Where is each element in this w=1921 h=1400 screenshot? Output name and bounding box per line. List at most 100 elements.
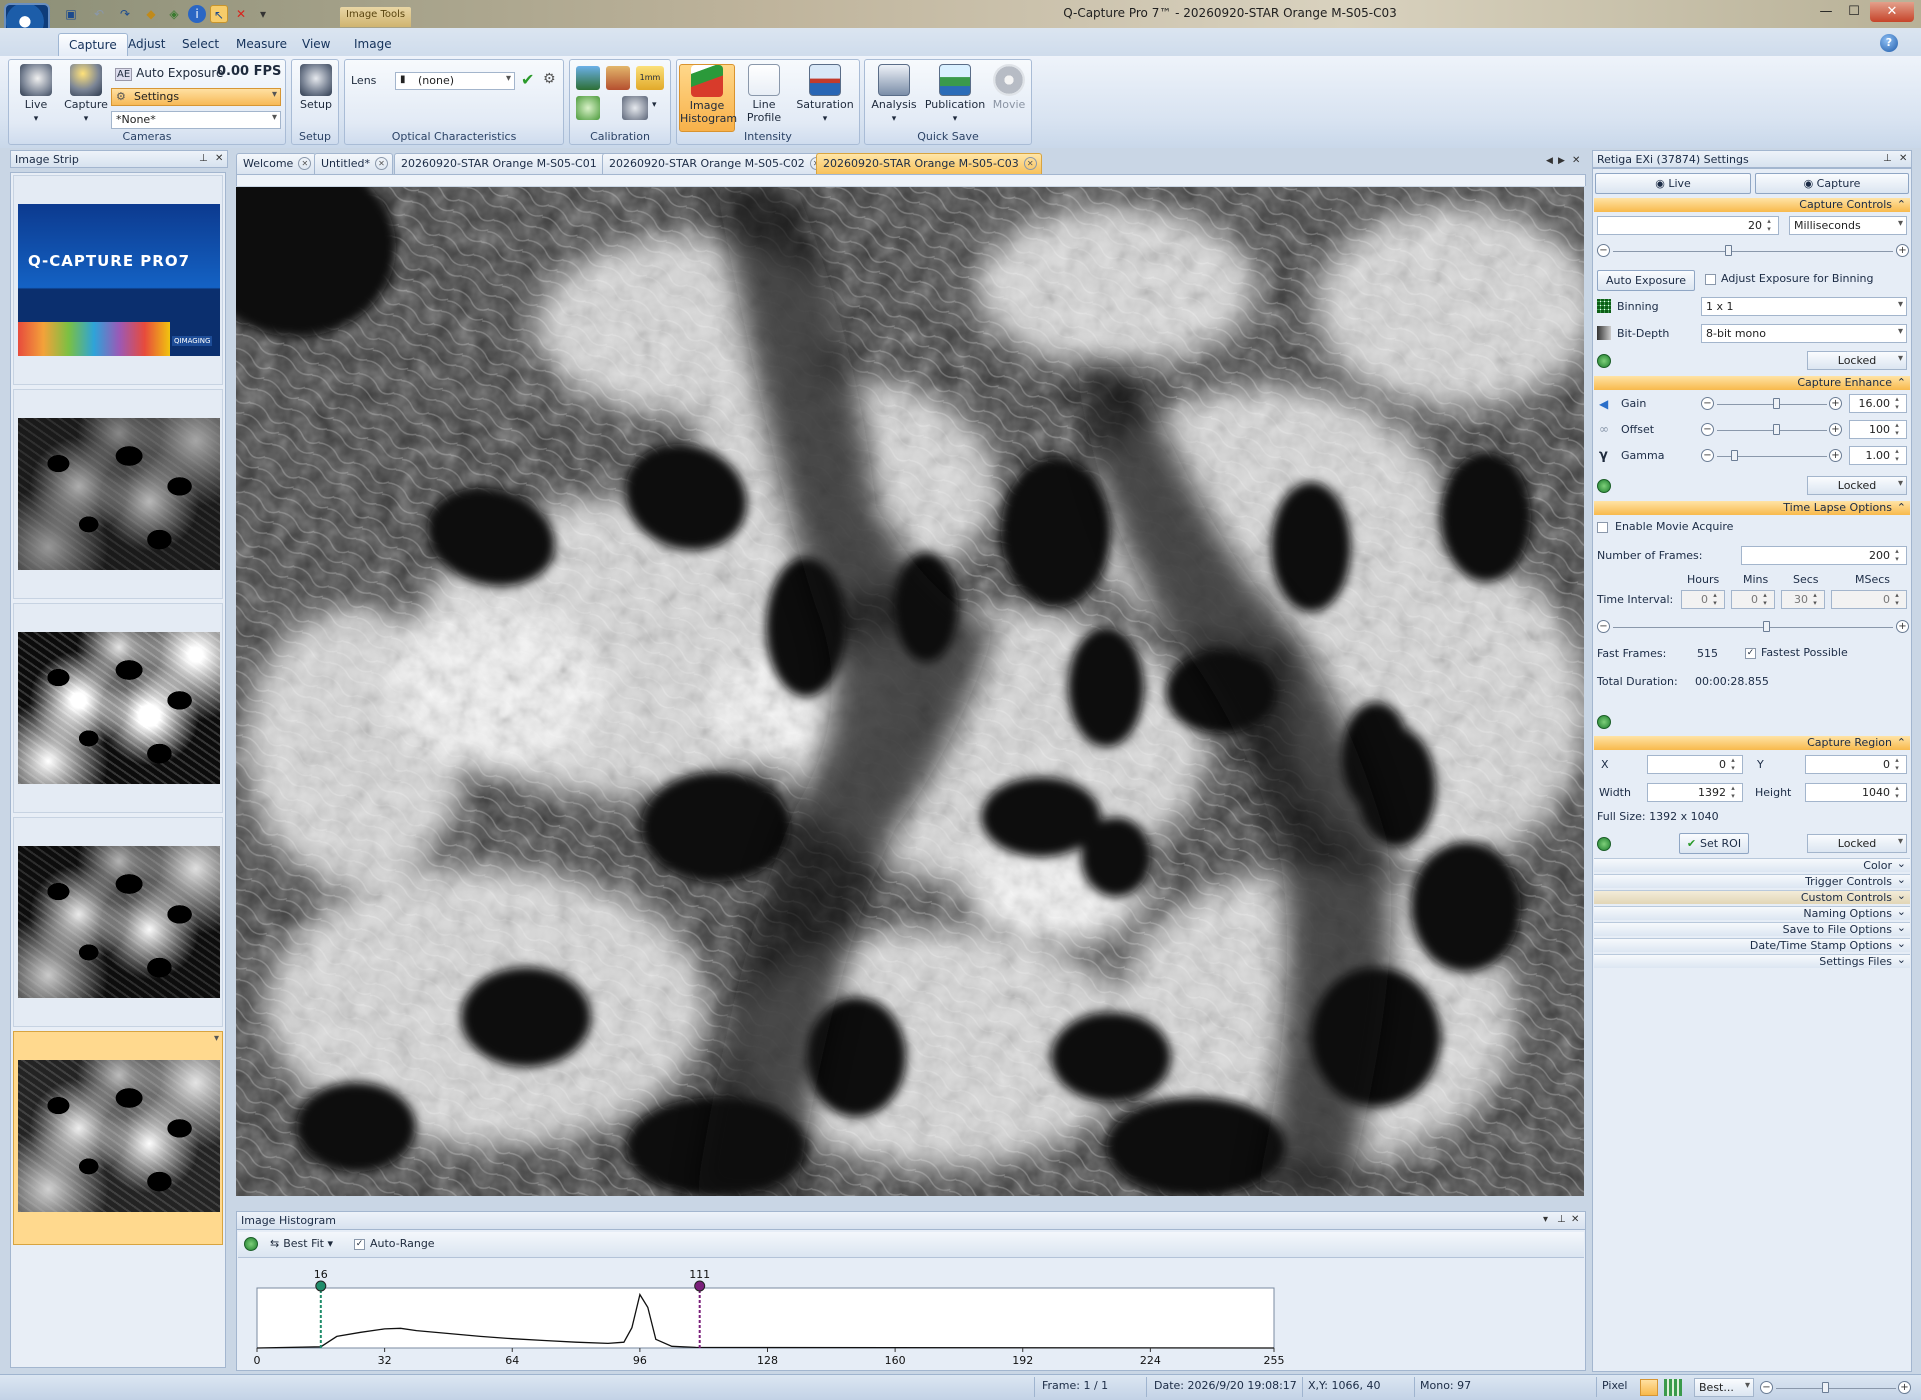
capture-enhance-header[interactable]: Capture Enhance <box>1594 376 1910 390</box>
tab-measure[interactable]: Measure <box>226 33 297 56</box>
settings-files-header[interactable]: Settings Files <box>1594 953 1910 968</box>
pin-icon[interactable]: ⊥ <box>1557 1214 1566 1225</box>
gain-slider-track[interactable] <box>1717 404 1827 405</box>
lens-apply-icon[interactable]: ✔ <box>521 70 534 89</box>
interval-slider-thumb[interactable] <box>1763 621 1770 632</box>
tab-select[interactable]: Select <box>172 33 229 56</box>
custom-controls-header[interactable]: Custom Controls <box>1594 889 1910 904</box>
gain-decrease-icon[interactable]: − <box>1701 397 1714 410</box>
image-histogram-button[interactable]: Image Histogram <box>679 64 737 132</box>
gamma-increase-icon[interactable]: + <box>1829 449 1842 462</box>
capture-enhance-lock-select[interactable]: Locked <box>1807 476 1907 495</box>
calibrate-camera-icon[interactable] <box>622 96 648 120</box>
quick-access-close-image-icon[interactable]: ✕ <box>232 5 250 23</box>
zoom-in-icon[interactable]: + <box>1898 1381 1911 1394</box>
binning-select[interactable]: 1 x 1 <box>1701 297 1907 316</box>
auto-exposure-settings-button[interactable]: Auto Exposure <box>1597 270 1695 291</box>
offset-slider-track[interactable] <box>1717 430 1827 431</box>
roi-height-input[interactable]: 1040 <box>1805 783 1907 802</box>
save-to-file-options-header[interactable]: Save to File Options <box>1594 921 1910 936</box>
strip-thumbnail-c03-a[interactable] <box>13 817 223 1027</box>
close-panel-icon[interactable]: ✕ <box>1899 153 1907 164</box>
set-roi-button[interactable]: ✔ Set ROI <box>1679 833 1749 854</box>
tab-view[interactable]: View <box>292 33 340 56</box>
pin-icon[interactable]: ⊥ <box>199 153 208 164</box>
live-button[interactable]: Live ▾ <box>11 64 61 124</box>
calibrate-icon[interactable] <box>576 66 600 90</box>
zoom-out-icon[interactable]: − <box>1760 1381 1773 1394</box>
exposure-unit-select[interactable]: Milliseconds <box>1789 216 1907 235</box>
quick-access-undo-icon[interactable]: ↶ <box>90 5 108 23</box>
histogram-high-marker-handle[interactable] <box>694 1280 706 1292</box>
close-tab-icon[interactable]: ✕ <box>1023 157 1037 170</box>
quick-access-customize-icon[interactable]: ▾ <box>254 5 272 23</box>
interval-increase-icon[interactable]: + <box>1896 620 1909 633</box>
hours-input[interactable]: 0 <box>1681 590 1725 609</box>
doc-tab-c02[interactable]: 20260920-STAR Orange M-S05-C02✕ <box>602 153 828 174</box>
fastest-possible-checkbox[interactable]: ✓ <box>1745 648 1756 659</box>
publication-button[interactable]: Publication ▾ <box>923 64 987 124</box>
doc-tab-c03[interactable]: 20260920-STAR Orange M-S05-C03 ✕ <box>816 153 1042 174</box>
saturation-button[interactable]: Saturation ▾ <box>793 64 857 124</box>
bit-depth-select[interactable]: 8-bit mono <box>1701 324 1907 343</box>
capture-controls-refresh-icon[interactable] <box>1597 354 1611 368</box>
lens-settings-icon[interactable]: ⚙ <box>543 71 556 87</box>
close-button[interactable]: ✕ <box>1870 2 1914 22</box>
close-panel-icon[interactable]: ✕ <box>1571 1214 1579 1225</box>
zoom-select[interactable]: Best... <box>1694 1378 1754 1397</box>
pin-icon[interactable]: ⊥ <box>1883 153 1892 164</box>
strip-thumbnail-c01[interactable] <box>13 389 223 599</box>
settings-capture-button[interactable]: ◉ Capture <box>1755 173 1909 194</box>
close-tab-icon[interactable]: ✕ <box>375 157 389 170</box>
color-section-header[interactable]: Color <box>1594 857 1910 872</box>
roi-width-input[interactable]: 1392 <box>1647 783 1743 802</box>
tab-close-all-icon[interactable]: ✕ <box>1572 155 1580 166</box>
capture-controls-lock-select[interactable]: Locked <box>1807 351 1907 370</box>
help-icon[interactable]: ? <box>1880 34 1898 52</box>
time-lapse-header[interactable]: Time Lapse Options <box>1594 501 1910 515</box>
offset-slider-thumb[interactable] <box>1773 424 1780 435</box>
quick-access-save-icon[interactable]: ◈ <box>165 5 183 23</box>
tab-adjust[interactable]: Adjust <box>118 33 176 56</box>
gain-input[interactable]: 16.00 <box>1849 394 1907 413</box>
grid-view-icon[interactable] <box>1664 1379 1682 1396</box>
strip-thumbnail-c02[interactable] <box>13 603 223 813</box>
zoom-slider-thumb[interactable] <box>1822 1382 1829 1393</box>
adjust-binning-checkbox[interactable] <box>1705 274 1716 285</box>
mins-input[interactable]: 0 <box>1731 590 1775 609</box>
line-profile-button[interactable]: Line Profile <box>741 64 787 124</box>
gain-increase-icon[interactable]: + <box>1829 397 1842 410</box>
date-time-stamp-options-header[interactable]: Date/Time Stamp Options <box>1594 937 1910 952</box>
interval-slider-track[interactable] <box>1613 627 1893 628</box>
quick-access-info-icon[interactable]: i <box>188 5 206 23</box>
trigger-controls-header[interactable]: Trigger Controls <box>1594 873 1910 888</box>
exposure-decrease-icon[interactable]: − <box>1597 244 1610 257</box>
capture-region-lock-select[interactable]: Locked <box>1807 834 1907 853</box>
capture-region-header[interactable]: Capture Region <box>1594 736 1910 750</box>
best-fit-dropdown[interactable]: ⇆ Best Fit ▾ <box>270 1237 333 1250</box>
exposure-slider-track[interactable] <box>1613 251 1893 252</box>
gamma-input[interactable]: 1.00 <box>1849 446 1907 465</box>
capture-controls-header[interactable]: Capture Controls <box>1594 198 1910 212</box>
capture-button[interactable]: Capture ▾ <box>61 64 111 124</box>
gamma-slider-thumb[interactable] <box>1731 450 1738 461</box>
minimize-button[interactable]: — <box>1812 2 1840 22</box>
tab-image[interactable]: Image <box>344 33 402 56</box>
msecs-input[interactable]: 0 <box>1831 590 1907 609</box>
offset-decrease-icon[interactable]: − <box>1701 423 1714 436</box>
quick-access-open-icon[interactable]: ◆ <box>142 5 160 23</box>
lens-combo[interactable]: ▮ (none) <box>395 72 515 90</box>
maximize-button[interactable]: ☐ <box>1840 2 1868 22</box>
tab-scroll-right-icon[interactable]: ▶ <box>1558 156 1565 166</box>
setup-button[interactable]: Setup <box>291 64 341 111</box>
gamma-decrease-icon[interactable]: − <box>1701 449 1714 462</box>
fit-view-icon[interactable] <box>1640 1379 1658 1396</box>
calibrate-refresh-icon[interactable] <box>576 96 600 120</box>
histogram-low-marker-handle[interactable] <box>315 1280 327 1292</box>
exposure-increase-icon[interactable]: + <box>1896 244 1909 257</box>
pixel-unit-status[interactable]: Pixel <box>1602 1379 1627 1392</box>
histogram-plot[interactable]: 0 32 64 96 128 160 192 224 255 16 111 <box>237 1260 1585 1370</box>
settings-combo[interactable]: ⚙ Settings <box>111 88 281 106</box>
offset-increase-icon[interactable]: + <box>1829 423 1842 436</box>
time-lapse-refresh-icon[interactable] <box>1597 715 1611 729</box>
